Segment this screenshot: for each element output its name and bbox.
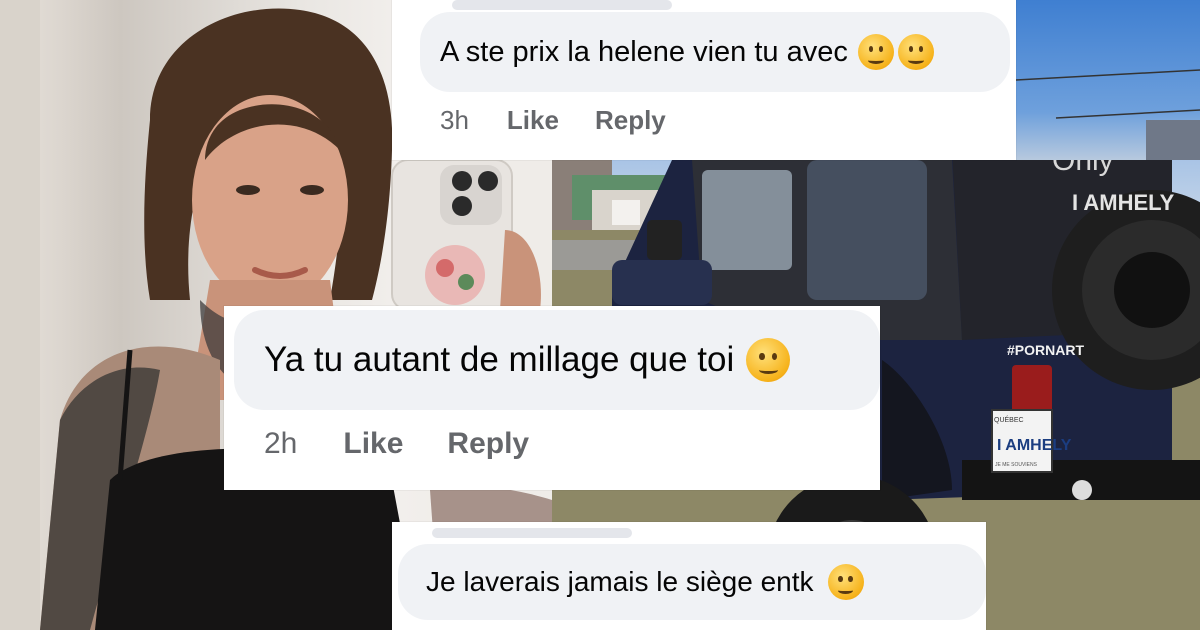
comment-actions-1: 3h Like Reply	[440, 102, 666, 138]
comment-actions-2: 2h Like Reply	[264, 424, 529, 464]
commenter-name-redacted	[432, 528, 632, 538]
reply-button-2[interactable]: Reply	[447, 427, 529, 461]
like-button-2[interactable]: Like	[343, 427, 403, 461]
window-decal-line2: I AMHELY	[1072, 190, 1175, 215]
comment-card-2: Ya tu autant de millage que toi 2h Like …	[224, 306, 880, 490]
grinning-face-with-sweat-icon	[746, 338, 791, 382]
license-plate-text: I AMHELY	[997, 437, 1072, 454]
comment-text-2: Ya tu autant de millage que toi	[264, 340, 735, 379]
plate-top-text: QUÉBEC	[994, 415, 1024, 424]
comment-timestamp-2: 2h	[264, 427, 298, 460]
comment-card-1: A ste prix la helene vien tu avec 3h Lik…	[392, 0, 1016, 160]
plate-bottom-text: JE ME SOUVIENS	[995, 462, 1038, 468]
thinking-face-icon	[857, 34, 894, 70]
comment-card-3: Je laverais jamais le siège entk	[392, 522, 986, 630]
tire-cover-hashtag: #PORNART	[1007, 342, 1084, 358]
comment-text-1: A ste prix la helene vien tu avec	[440, 35, 848, 68]
comment-bubble-1: A ste prix la helene vien tu avec	[420, 12, 1010, 92]
comment-text-3: Je laverais jamais le siège entk	[426, 566, 814, 597]
comment-timestamp-1: 3h	[440, 104, 469, 135]
commenter-name-redacted	[452, 0, 672, 10]
comment-bubble-3: Je laverais jamais le siège entk	[398, 544, 986, 620]
like-button-1[interactable]: Like	[507, 105, 559, 136]
window-decal-line1: Only	[1052, 160, 1114, 177]
reply-button-1[interactable]: Reply	[595, 105, 666, 136]
drooling-face-icon	[827, 564, 864, 600]
thinking-face-icon	[897, 34, 934, 70]
comment-bubble-2: Ya tu autant de millage que toi	[234, 310, 880, 410]
sky-background	[1015, 0, 1200, 160]
